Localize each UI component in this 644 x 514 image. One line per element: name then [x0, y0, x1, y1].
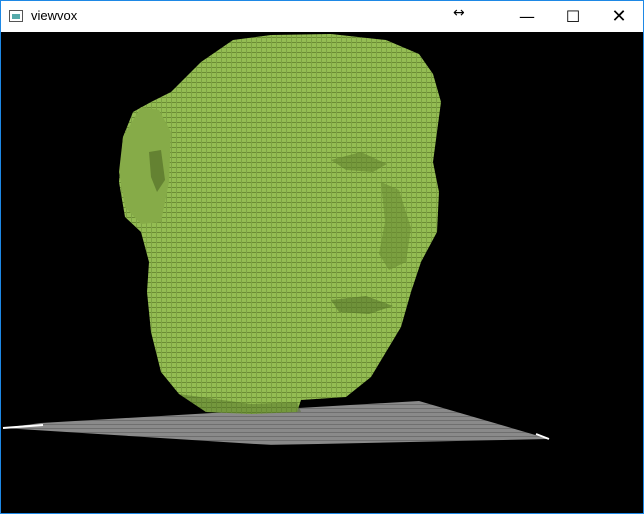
minimize-button[interactable]: — — [504, 1, 550, 32]
voxel-render — [2, 34, 550, 445]
app-window: viewvox ↔ — ☐ ✕ — [0, 0, 644, 514]
window-title: viewvox — [31, 8, 78, 23]
title-bar[interactable]: viewvox ↔ — ☐ ✕ — [1, 1, 643, 32]
app-icon — [9, 10, 23, 22]
3d-viewport[interactable] — [1, 32, 643, 513]
voxel-ear — [119, 107, 171, 224]
maximize-button[interactable]: ☐ — [550, 1, 596, 32]
close-icon: ✕ — [611, 6, 627, 27]
close-button[interactable]: ✕ — [596, 1, 642, 32]
maximize-icon: ☐ — [565, 7, 581, 26]
resize-cursor-icon: ↔ — [453, 5, 465, 21]
minimize-icon: — — [519, 7, 535, 26]
